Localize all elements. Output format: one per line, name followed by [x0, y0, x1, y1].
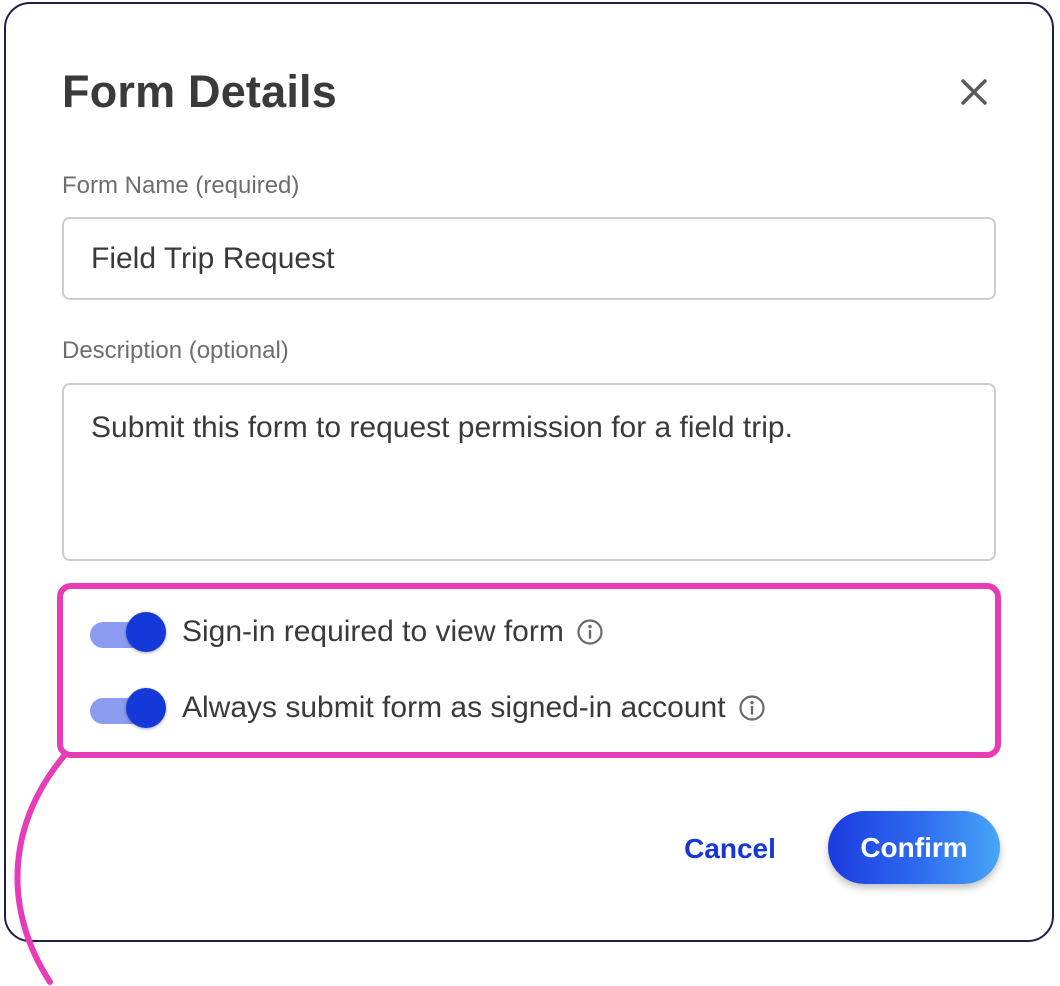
sign-in-required-toggle[interactable]: [88, 612, 166, 652]
toggle-knob: [126, 612, 166, 652]
close-icon: [961, 79, 987, 105]
form-name-label: Form Name (required): [62, 172, 300, 199]
sign-in-required-label: Sign-in required to view form: [182, 615, 564, 648]
stage: Form Details Form Name (required) Descri…: [0, 0, 1060, 986]
toggle-knob: [126, 688, 166, 728]
form-name-input[interactable]: [62, 217, 996, 300]
info-icon[interactable]: [576, 618, 604, 646]
toggle-row-submit-signed-in: Always submit form as signed-in account: [88, 688, 766, 728]
cancel-button[interactable]: Cancel: [666, 826, 794, 872]
confirm-button[interactable]: Confirm: [828, 811, 1000, 884]
close-button[interactable]: [950, 68, 994, 112]
dialog-title: Form Details: [62, 66, 337, 117]
info-icon[interactable]: [738, 694, 766, 722]
submit-signed-in-label: Always submit form as signed-in account: [182, 691, 726, 724]
toggle-highlight-box: [57, 583, 1001, 758]
submit-signed-in-toggle[interactable]: [88, 688, 166, 728]
toggle-row-sign-in-required: Sign-in required to view form: [88, 612, 604, 652]
description-textarea[interactable]: Submit this form to request permission f…: [62, 383, 996, 561]
description-label: Description (optional): [62, 337, 289, 364]
